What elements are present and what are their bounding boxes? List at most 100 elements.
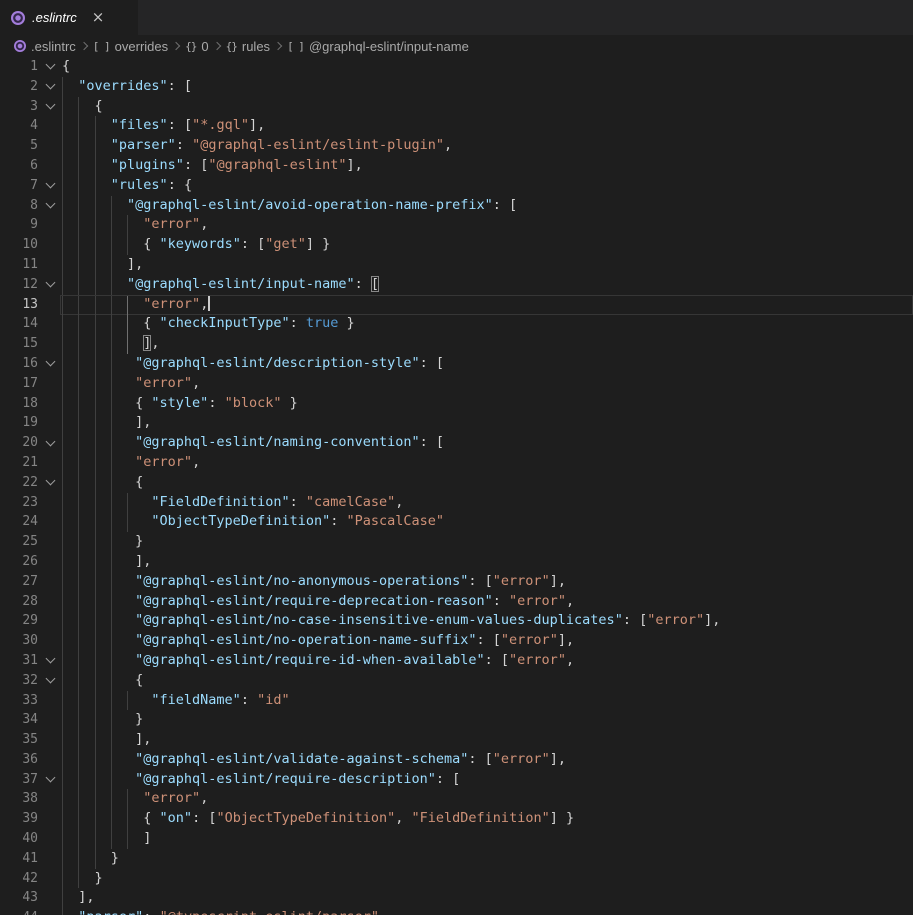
- breadcrumb-item[interactable]: {}rules: [226, 39, 270, 54]
- close-icon[interactable]: ×: [92, 10, 105, 25]
- code-line[interactable]: "@graphql-eslint/no-case-insensitive-enu…: [62, 611, 913, 631]
- code-line[interactable]: "rules": {: [62, 176, 913, 196]
- fold-toggle[interactable]: [38, 176, 62, 196]
- line-number[interactable]: 40: [0, 829, 38, 849]
- line-number[interactable]: 41: [0, 849, 38, 869]
- line-number[interactable]: 26: [0, 552, 38, 572]
- line-number[interactable]: 24: [0, 512, 38, 532]
- line-number[interactable]: 19: [0, 413, 38, 433]
- code-line[interactable]: "@graphql-eslint/require-id-when-availab…: [62, 651, 913, 671]
- code-line[interactable]: "@graphql-eslint/validate-against-schema…: [62, 750, 913, 770]
- line-number[interactable]: 30: [0, 631, 38, 651]
- code-line[interactable]: { "checkInputType": true }: [62, 314, 913, 334]
- code-line[interactable]: "error",: [62, 789, 913, 809]
- code-line[interactable]: { "style": "block" }: [62, 394, 913, 414]
- fold-toggle[interactable]: [38, 651, 62, 671]
- code-line[interactable]: }: [62, 710, 913, 730]
- code-line[interactable]: ]: [62, 829, 913, 849]
- fold-toggle[interactable]: [38, 97, 62, 117]
- line-number[interactable]: 31: [0, 651, 38, 671]
- code-line[interactable]: {: [62, 671, 913, 691]
- line-number[interactable]: 2: [0, 77, 38, 97]
- code-line[interactable]: "overrides": [: [62, 77, 913, 97]
- code-line[interactable]: "files": ["*.gql"],: [62, 116, 913, 136]
- code-line[interactable]: ],: [62, 413, 913, 433]
- code-line[interactable]: "@graphql-eslint/avoid-operation-name-pr…: [62, 196, 913, 216]
- fold-toggle[interactable]: [38, 57, 62, 77]
- breadcrumb-item[interactable]: {}0: [185, 39, 208, 54]
- code-line[interactable]: ],: [62, 730, 913, 750]
- line-number[interactable]: 20: [0, 433, 38, 453]
- code-line[interactable]: "parser": "@typescript-eslint/parser": [62, 908, 913, 915]
- line-number[interactable]: 33: [0, 691, 38, 711]
- line-number[interactable]: 4: [0, 116, 38, 136]
- fold-toggle[interactable]: [38, 671, 62, 691]
- line-number[interactable]: 35: [0, 730, 38, 750]
- line-number[interactable]: 6: [0, 156, 38, 176]
- line-number[interactable]: 32: [0, 671, 38, 691]
- fold-toggle[interactable]: [38, 473, 62, 493]
- code-line[interactable]: "@graphql-eslint/require-deprecation-rea…: [62, 592, 913, 612]
- fold-toggle[interactable]: [38, 770, 62, 790]
- line-number[interactable]: 1: [0, 57, 38, 77]
- line-number[interactable]: 23: [0, 493, 38, 513]
- code-line[interactable]: "error",: [62, 453, 913, 473]
- fold-toggle[interactable]: [38, 433, 62, 453]
- line-number[interactable]: 21: [0, 453, 38, 473]
- code-line[interactable]: "FieldDefinition": "camelCase",: [62, 493, 913, 513]
- tab-eslintrc[interactable]: .eslintrc ×: [0, 0, 138, 35]
- code-line[interactable]: }: [62, 849, 913, 869]
- code-line[interactable]: ],: [62, 888, 913, 908]
- code-line[interactable]: ],: [62, 334, 913, 354]
- line-number[interactable]: 8: [0, 196, 38, 216]
- code-line[interactable]: "plugins": ["@graphql-eslint"],: [62, 156, 913, 176]
- line-number[interactable]: 29: [0, 611, 38, 631]
- breadcrumb-item[interactable]: .eslintrc: [14, 39, 76, 54]
- line-number[interactable]: 43: [0, 888, 38, 908]
- code-line[interactable]: }: [62, 532, 913, 552]
- line-number[interactable]: 39: [0, 809, 38, 829]
- line-number[interactable]: 13: [0, 295, 38, 315]
- code-line[interactable]: "@graphql-eslint/description-style": [: [62, 354, 913, 374]
- line-number[interactable]: 28: [0, 592, 38, 612]
- fold-toggle[interactable]: [38, 275, 62, 295]
- code-line[interactable]: "error",: [62, 295, 913, 315]
- code-line[interactable]: { "on": ["ObjectTypeDefinition", "FieldD…: [62, 809, 913, 829]
- fold-toggle[interactable]: [38, 196, 62, 216]
- line-number[interactable]: 14: [0, 314, 38, 334]
- code-line[interactable]: ],: [62, 255, 913, 275]
- code-line[interactable]: "error",: [62, 374, 913, 394]
- line-number[interactable]: 42: [0, 869, 38, 889]
- code-line[interactable]: {: [62, 97, 913, 117]
- line-number[interactable]: 18: [0, 394, 38, 414]
- line-number[interactable]: 25: [0, 532, 38, 552]
- code-line[interactable]: "@graphql-eslint/no-operation-name-suffi…: [62, 631, 913, 651]
- line-number[interactable]: 44: [0, 908, 38, 915]
- code-line[interactable]: "@graphql-eslint/input-name": [: [62, 275, 913, 295]
- line-number[interactable]: 15: [0, 334, 38, 354]
- code-line[interactable]: {: [62, 473, 913, 493]
- code-line[interactable]: ],: [62, 552, 913, 572]
- breadcrumb-item[interactable]: [ ]@graphql-eslint/input-name: [287, 39, 469, 54]
- line-number[interactable]: 34: [0, 710, 38, 730]
- line-number[interactable]: 37: [0, 770, 38, 790]
- line-number[interactable]: 12: [0, 275, 38, 295]
- fold-toggle[interactable]: [38, 354, 62, 374]
- code-line[interactable]: {: [62, 57, 913, 77]
- line-number[interactable]: 11: [0, 255, 38, 275]
- code-line[interactable]: }: [62, 869, 913, 889]
- line-number[interactable]: 9: [0, 215, 38, 235]
- code-line[interactable]: "@graphql-eslint/no-anonymous-operations…: [62, 572, 913, 592]
- editor[interactable]: 1 {2 "overrides": [ 3 {4 "files": ["*.gql"…: [0, 57, 913, 915]
- code-line[interactable]: { "keywords": ["get"] }: [62, 235, 913, 255]
- line-number[interactable]: 3: [0, 97, 38, 117]
- code-line[interactable]: "@graphql-eslint/require-description": [: [62, 770, 913, 790]
- code-line[interactable]: "@graphql-eslint/naming-convention": [: [62, 433, 913, 453]
- code-line[interactable]: "parser": "@graphql-eslint/eslint-plugin…: [62, 136, 913, 156]
- line-number[interactable]: 22: [0, 473, 38, 493]
- line-number[interactable]: 7: [0, 176, 38, 196]
- breadcrumb-item[interactable]: [ ]overrides: [93, 39, 168, 54]
- code-line[interactable]: "error",: [62, 215, 913, 235]
- code-line[interactable]: "ObjectTypeDefinition": "PascalCase": [62, 512, 913, 532]
- line-number[interactable]: 16: [0, 354, 38, 374]
